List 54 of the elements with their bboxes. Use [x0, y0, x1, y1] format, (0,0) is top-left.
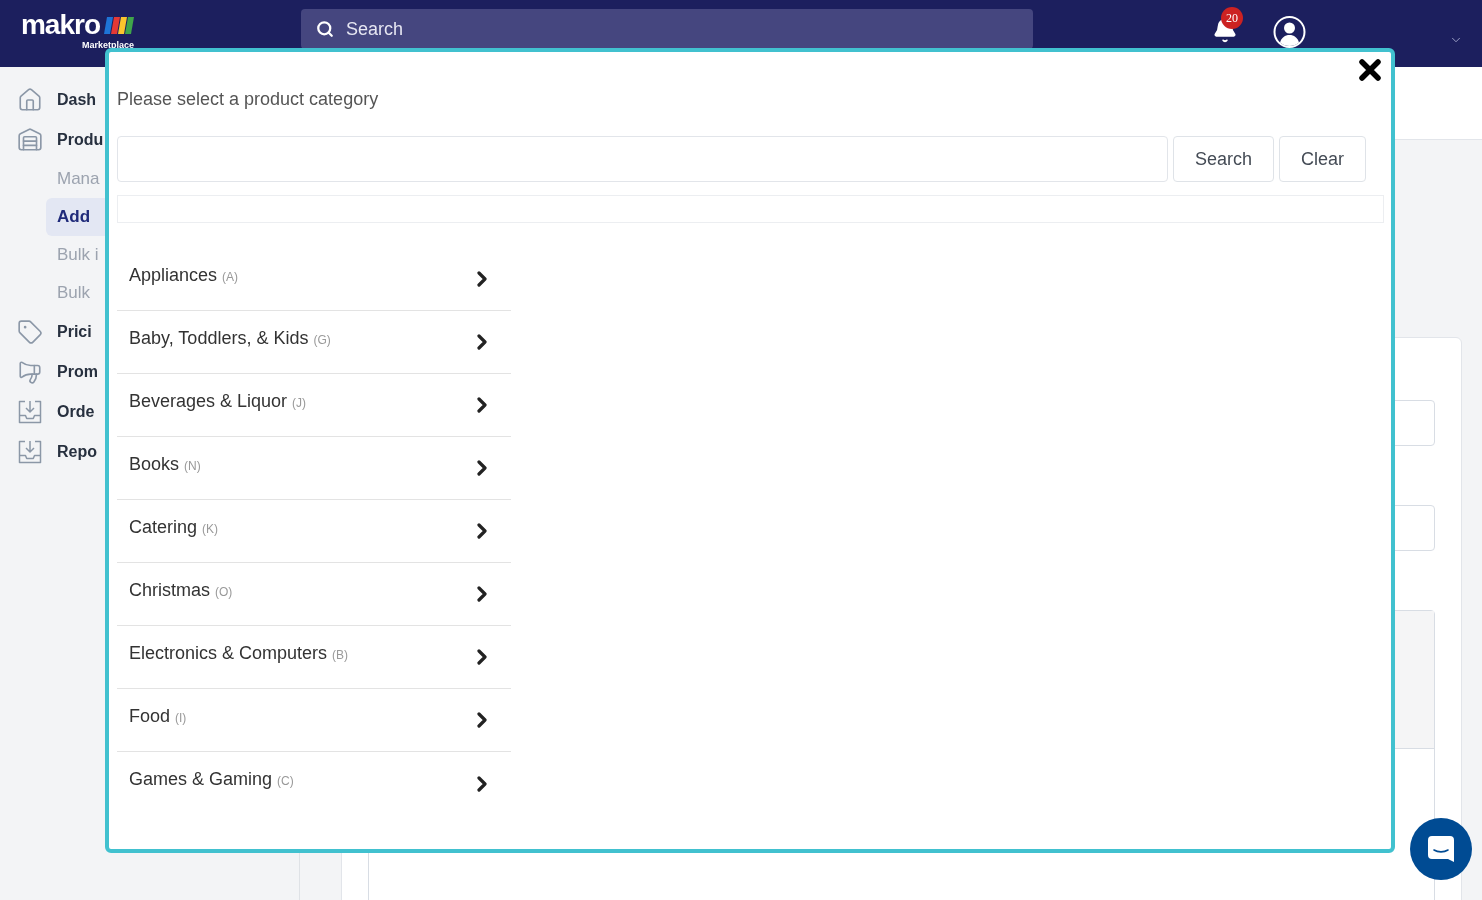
- chevron-right-icon: [477, 712, 487, 728]
- tag-icon: [17, 319, 43, 345]
- category-code: (A): [222, 269, 239, 284]
- category-item[interactable]: Beverages & Liquor (J): [117, 374, 511, 437]
- search-icon: [316, 20, 334, 38]
- tray-download-icon: [17, 399, 43, 425]
- chevron-right-icon: [477, 775, 487, 792]
- chevron-right-icon: [477, 523, 487, 539]
- house-icon: [17, 87, 43, 113]
- category-code: (J): [292, 395, 307, 410]
- chat-bubble-icon: [1427, 835, 1455, 863]
- tray-download-icon: [17, 439, 43, 465]
- category-code: (I): [175, 710, 187, 725]
- chevron-right-icon: [477, 586, 487, 602]
- user-avatar-icon[interactable]: [1273, 16, 1306, 48]
- sidebar-item[interactable]: Dash: [0, 80, 105, 120]
- category-item[interactable]: Baby, Toddlers, & Kids (G): [117, 311, 511, 374]
- warehouse-icon: [17, 127, 43, 153]
- search-button[interactable]: Search: [1173, 136, 1275, 182]
- category-item[interactable]: Food (I): [117, 689, 511, 752]
- logo-wordmark: makro: [20, 11, 100, 39]
- sidebar-item[interactable]: Prom: [0, 352, 105, 392]
- sidebar-item[interactable]: Prici: [0, 312, 105, 352]
- category-code: (B): [332, 647, 349, 662]
- clear-button[interactable]: Clear: [1279, 136, 1367, 182]
- category-item[interactable]: Appliances (A): [117, 248, 511, 311]
- chevron-right-icon: [477, 271, 487, 287]
- chevron-right-icon: [477, 397, 487, 413]
- dialog-title: Please select a product category: [117, 88, 379, 111]
- category-item[interactable]: Electronics & Computers (B): [117, 626, 511, 689]
- category-item[interactable]: Games & Gaming (C): [117, 752, 511, 815]
- chevron-right-icon: [477, 649, 487, 665]
- close-icon: [1359, 59, 1381, 81]
- search-field[interactable]: Search: [301, 9, 1033, 49]
- sidebar-item[interactable]: Orde: [0, 392, 105, 432]
- megaphone-icon: [17, 359, 43, 385]
- stripes-icon: [104, 16, 134, 34]
- sidebar-item[interactable]: Repo: [0, 432, 105, 472]
- sidebar-subitem[interactable]: Add: [46, 198, 105, 236]
- search-input[interactable]: [117, 136, 1168, 182]
- category-code: (O): [215, 584, 233, 599]
- category-item[interactable]: Books (N): [117, 437, 511, 500]
- notification-count: 20: [1221, 7, 1243, 29]
- category-code: (C): [277, 774, 294, 788]
- close-button[interactable]: [1359, 59, 1381, 81]
- chevron-right-icon: [477, 460, 487, 476]
- sidebar-item[interactable]: Produ: [0, 120, 105, 160]
- category-code: (G): [313, 332, 331, 347]
- category-item[interactable]: Catering (K): [117, 500, 511, 563]
- logo-tagline: Marketplace: [81, 40, 134, 50]
- chevron-right-icon: [477, 334, 487, 350]
- category-item[interactable]: Christmas (O): [117, 563, 511, 626]
- category-code: (N): [184, 458, 201, 473]
- category-code: (K): [202, 521, 219, 536]
